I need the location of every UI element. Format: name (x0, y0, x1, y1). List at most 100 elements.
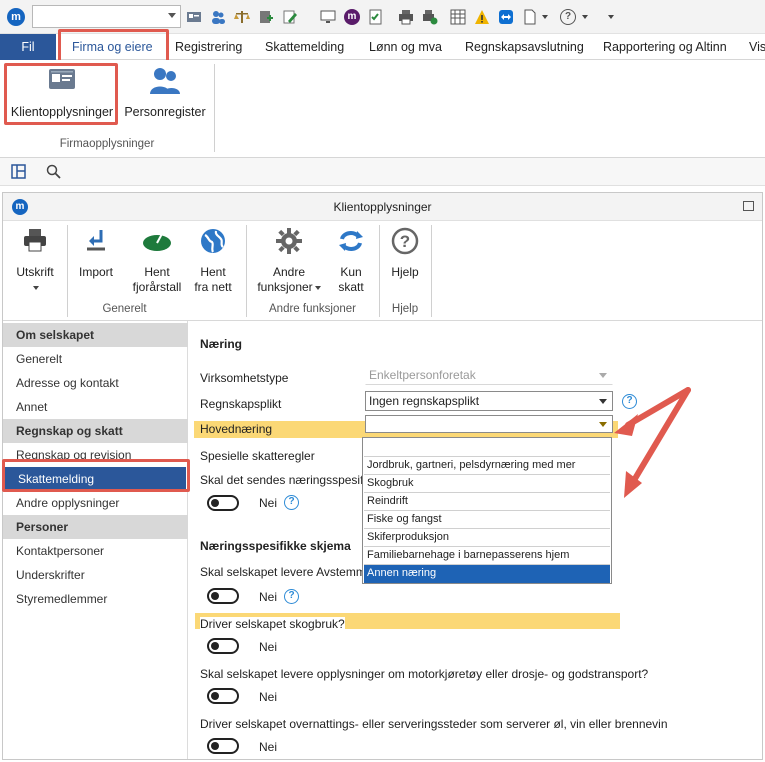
printer-icon (24, 229, 46, 252)
dropdown-option-fiske-og-fangst[interactable]: Fiske og fangst (364, 511, 610, 529)
tab-lonn-og-mva[interactable]: Lønn og mva (369, 34, 442, 60)
hent-fjorarstall-label-1: Hent (144, 265, 170, 279)
sidebar-header-om-selskapet: Om selskapet (3, 323, 188, 347)
hovednaering-select[interactable] (365, 415, 613, 433)
annotation-highlight-box (58, 29, 169, 64)
sidebar-item-adresse-og-kontakt[interactable]: Adresse og kontakt (3, 371, 188, 395)
checklist-icon[interactable] (368, 9, 384, 25)
ribbon-separator (214, 64, 215, 152)
section-title-naering: Næring (200, 337, 242, 351)
people-icon[interactable] (210, 9, 226, 25)
gear-icon (276, 228, 302, 254)
monitor-icon[interactable] (320, 9, 336, 25)
sidebar-item-generelt[interactable]: Generelt (3, 347, 188, 371)
warning-icon[interactable] (474, 9, 490, 25)
avstemming-toggle[interactable] (207, 588, 239, 604)
restore-window-icon[interactable] (743, 201, 754, 211)
tab-rapportering-og-altinn[interactable]: Rapportering og Altinn (603, 34, 727, 60)
hent-fra-nett-label-1: Hent (200, 265, 226, 279)
help-icon[interactable]: ? (284, 495, 299, 510)
chevron-down-icon (33, 285, 39, 290)
hovednaering-label: Hovednæring (200, 422, 273, 436)
kun-skatt-button[interactable]: Kun skatt (329, 227, 373, 295)
dropdown-option-familiebarnehage[interactable]: Familiebarnehage i barnepasserens hjem (364, 547, 610, 565)
customize-toolbar-icon[interactable] (608, 15, 614, 19)
layout-panel-icon[interactable] (11, 164, 26, 179)
chevron-down-icon[interactable] (542, 15, 548, 19)
printer-icon[interactable] (398, 9, 414, 25)
purple-logo-icon[interactable]: m (344, 9, 360, 25)
new-document-icon[interactable] (522, 9, 538, 25)
chevron-down-icon[interactable] (582, 15, 588, 19)
overnatting-toggle[interactable] (207, 738, 239, 754)
overnatting-question: Driver selskapet overnattings- eller ser… (200, 717, 668, 731)
andre-funksjoner-label-2: funksjoner (257, 280, 313, 294)
utskrift-label: Utskrift (16, 265, 54, 279)
edit-document-icon[interactable] (282, 9, 298, 25)
toolbar-group-label-andre: Andre funksjoner (269, 303, 356, 315)
kun-skatt-label-1: Kun (340, 265, 362, 279)
hent-fjorarstall-button[interactable]: Hent fjorårstall (127, 227, 187, 295)
hent-fra-nett-button[interactable]: Hent fra nett (189, 227, 237, 295)
sidebar-item-kontaktpersoner[interactable]: Kontaktpersoner (3, 539, 188, 563)
dropdown-option-jordbruk[interactable]: Jordbruk, gartneri, pelsdyrnæring med me… (364, 457, 610, 475)
regnskapsplikt-value: Ingen regnskapsplikt (369, 394, 480, 408)
tab-regnskapsavslutning[interactable]: Regnskapsavslutning (465, 34, 584, 60)
chevron-down-icon (314, 285, 321, 290)
tab-vis[interactable]: Vis (749, 34, 765, 60)
scales-icon[interactable] (234, 9, 250, 25)
toolbar-group-label-hjelp: Hjelp (391, 303, 419, 315)
previous-year-icon (143, 231, 171, 251)
dropdown-option-reindrift[interactable]: Reindrift (364, 493, 610, 511)
tab-skattemelding[interactable]: Skattemelding (265, 34, 344, 60)
dropdown-option-annen-naering[interactable]: Annen næring (364, 565, 610, 583)
tab-fil[interactable]: Fil (0, 34, 56, 60)
toggle-state-label: Nei (259, 590, 278, 604)
svg-text:?: ? (400, 232, 410, 251)
id-card-icon[interactable] (186, 9, 202, 25)
ribbon-group-label: Firmaopplysninger (59, 138, 155, 150)
skogbruk-toggle[interactable] (207, 638, 239, 654)
client-select-combobox[interactable] (32, 5, 181, 28)
toggle-state-label: Nei (259, 496, 278, 510)
hjelp-button[interactable]: ? Hjelp (383, 227, 427, 280)
teamviewer-icon[interactable] (498, 9, 514, 25)
import-label: Import (78, 265, 113, 279)
hent-fjorarstall-label-2: fjorårstall (132, 280, 182, 294)
calculator-plus-icon[interactable] (258, 9, 274, 25)
toolbar-separator (431, 225, 432, 317)
personregister-label: Personregister (124, 105, 206, 119)
chevron-down-icon[interactable] (599, 422, 607, 427)
window-title: Klientopplysninger (333, 200, 432, 214)
import-button[interactable]: Import (71, 227, 121, 280)
dropdown-option-skogbruk[interactable]: Skogbruk (364, 475, 610, 493)
window-title-bar: m Klientopplysninger (3, 193, 762, 221)
help-icon[interactable]: ? (284, 589, 299, 604)
hjelp-label: Hjelp (391, 265, 419, 279)
personregister-button[interactable]: Personregister (124, 66, 206, 119)
sidebar-header-personer: Personer (3, 515, 188, 539)
search-icon[interactable] (46, 164, 61, 179)
sidebar-item-andre-opplysninger[interactable]: Andre opplysninger (3, 491, 188, 515)
spreadsheet-icon[interactable] (450, 9, 466, 25)
virksomhetstype-label: Virksomhetstype (200, 371, 289, 385)
utskrift-button[interactable]: Utskrift (9, 227, 61, 295)
sidebar-item-styremedlemmer[interactable]: Styremedlemmer (3, 587, 188, 611)
dropdown-option-skiferproduksjon[interactable]: Skiferproduksjon (364, 529, 610, 547)
hent-fra-nett-label-2: fra nett (194, 280, 232, 294)
printer-settings-icon[interactable] (422, 9, 438, 25)
andre-funksjoner-label-1: Andre (272, 265, 306, 279)
dropdown-option-empty[interactable] (364, 439, 610, 457)
regnskapsplikt-select[interactable]: Ingen regnskapsplikt (365, 391, 613, 411)
help-icon[interactable]: ? (560, 9, 576, 25)
tab-registrering[interactable]: Registrering (175, 34, 242, 60)
naeringsspesifikasjon-toggle[interactable] (207, 495, 239, 511)
window-toolbar: Utskrift Import Hent fjorårstall Hent fr… (3, 221, 762, 321)
chevron-down-icon[interactable] (168, 13, 176, 18)
annotation-highlight-box (4, 63, 118, 125)
sidebar-item-underskrifter[interactable]: Underskrifter (3, 563, 188, 587)
sidebar-item-annet[interactable]: Annet (3, 395, 188, 419)
motorkjoretoy-toggle[interactable] (207, 688, 239, 704)
andre-funksjoner-button[interactable]: Andre funksjoner (253, 227, 325, 295)
globe-icon (201, 229, 225, 253)
